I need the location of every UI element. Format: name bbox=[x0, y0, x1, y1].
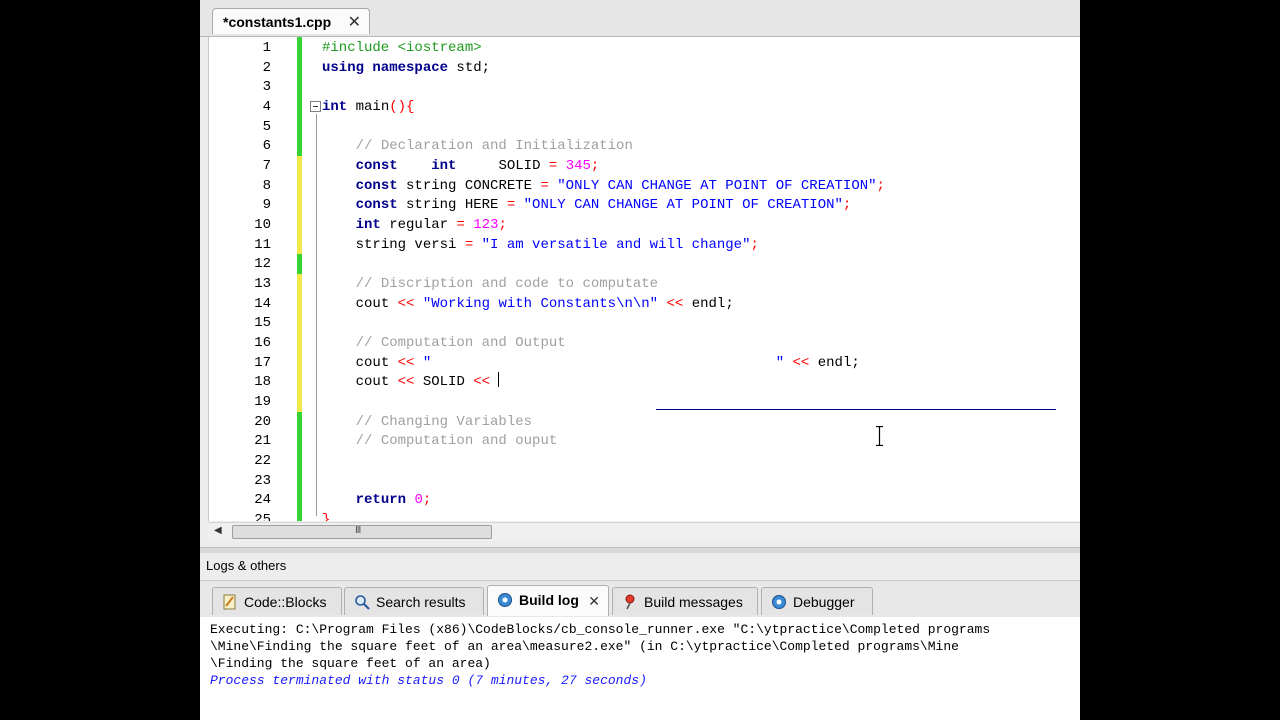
line-number: 8 bbox=[262, 178, 271, 194]
line-number: 22 bbox=[254, 453, 271, 469]
fold-collapse-icon[interactable] bbox=[310, 101, 321, 112]
log-status-line: Process terminated with status 0 (7 minu… bbox=[210, 673, 647, 688]
change-bar-saved bbox=[297, 412, 302, 521]
search-icon bbox=[355, 595, 370, 610]
line-number: 12 bbox=[254, 256, 271, 272]
line-number: 5 bbox=[262, 119, 271, 135]
code-line: const string HERE = "ONLY CAN CHANGE AT … bbox=[355, 197, 852, 213]
code-line: // Discription and code to computate bbox=[355, 276, 659, 292]
line-number-gutter: 1 2 3 4 5 6 7 8 9 10 11 12 13 14 15 16 1… bbox=[209, 37, 295, 521]
change-bar-unsaved bbox=[297, 156, 302, 254]
code-line: int main(){ bbox=[322, 99, 415, 115]
line-number: 11 bbox=[254, 237, 271, 253]
panel-title: Logs & others bbox=[206, 558, 287, 573]
code-line: // Changing Variables bbox=[355, 414, 533, 430]
fold-line bbox=[316, 114, 317, 516]
code-line: #include <iostream> bbox=[322, 40, 482, 56]
close-icon[interactable]: ✕ bbox=[348, 12, 361, 32]
string-underline bbox=[656, 409, 1056, 410]
line-number: 25 bbox=[254, 512, 271, 521]
codeblocks-window: *constants1.cpp ✕ 1 2 3 4 5 6 7 8 9 10 1… bbox=[200, 0, 1080, 720]
scroll-left-arrow-icon[interactable]: ◀ bbox=[214, 525, 222, 536]
tab-label: *constants1.cpp bbox=[223, 14, 332, 30]
line-number: 24 bbox=[254, 492, 271, 508]
change-bar-unsaved bbox=[297, 274, 302, 412]
code-line: const string CONCRETE = "ONLY CAN CHANGE… bbox=[355, 178, 885, 194]
line-number: 4 bbox=[262, 99, 271, 115]
pin-icon bbox=[625, 594, 635, 610]
code-line: // Computation and ouput bbox=[355, 433, 558, 449]
debugger-icon bbox=[772, 595, 786, 609]
code-line: // Declaration and Initialization bbox=[355, 138, 633, 154]
horizontal-scrollbar[interactable]: ◀ III bbox=[208, 522, 1080, 541]
editor-tab-bar: *constants1.cpp ✕ bbox=[200, 0, 1080, 37]
code-line: } bbox=[322, 512, 331, 521]
code-line: return 0; bbox=[355, 492, 432, 508]
tab-constants1-cpp[interactable]: *constants1.cpp ✕ bbox=[212, 8, 370, 34]
line-number: 15 bbox=[254, 315, 271, 331]
code-line: string versi = "I am versatile and will … bbox=[355, 237, 759, 253]
line-number: 9 bbox=[262, 197, 271, 213]
line-number: 18 bbox=[254, 374, 271, 390]
line-number: 3 bbox=[262, 79, 271, 95]
code-line: using namespace std; bbox=[322, 60, 491, 76]
line-number: 13 bbox=[254, 276, 271, 292]
code-line: cout << SOLID << bbox=[322, 372, 500, 392]
tab-build-log[interactable]: Build log ✕ bbox=[487, 585, 609, 616]
log-tab-bar: Code::Blocks Search results Build log ✕ … bbox=[200, 580, 1080, 618]
line-number: 1 bbox=[262, 40, 271, 56]
grip-icon: III bbox=[355, 525, 361, 536]
line-number: 19 bbox=[254, 394, 271, 410]
tab-build-messages[interactable]: Build messages bbox=[612, 587, 758, 615]
code-line: cout << "Working with Constants\n\n" << … bbox=[355, 296, 734, 312]
code-editor[interactable]: 1 2 3 4 5 6 7 8 9 10 11 12 13 14 15 16 1… bbox=[208, 37, 1080, 521]
gear-icon bbox=[498, 593, 512, 607]
code-line: int regular = 123; bbox=[355, 217, 507, 233]
build-log-output[interactable]: Executing: C:\Program Files (x86)\CodeBl… bbox=[200, 617, 1080, 720]
line-number: 10 bbox=[254, 217, 271, 233]
line-number: 21 bbox=[254, 433, 271, 449]
panel-splitter[interactable] bbox=[200, 547, 1080, 553]
change-bar-saved bbox=[297, 254, 302, 274]
codeblocks-icon bbox=[223, 594, 236, 610]
change-bar-saved bbox=[297, 37, 302, 156]
code-line: // Computation and Output bbox=[355, 335, 566, 351]
line-number: 2 bbox=[262, 60, 271, 76]
code-line: const int SOLID = 345; bbox=[355, 158, 600, 174]
tab-search-results[interactable]: Search results bbox=[344, 587, 484, 615]
ibeam-cursor-icon bbox=[876, 426, 883, 446]
line-number: 20 bbox=[254, 414, 271, 430]
scrollbar-thumb[interactable]: III bbox=[232, 525, 492, 539]
line-number: 16 bbox=[254, 335, 271, 351]
code-line: cout << " " << endl; bbox=[355, 355, 860, 371]
line-number: 23 bbox=[254, 473, 271, 489]
log-line: \Mine\Finding the square feet of an area… bbox=[210, 639, 959, 654]
log-line: \Finding the square feet of an area) bbox=[210, 656, 491, 671]
tab-debugger[interactable]: Debugger bbox=[761, 587, 873, 615]
line-number: 17 bbox=[254, 355, 271, 371]
text-caret bbox=[498, 372, 500, 387]
tab-codeblocks[interactable]: Code::Blocks bbox=[212, 587, 342, 615]
line-number: 14 bbox=[254, 296, 271, 312]
line-number: 6 bbox=[262, 138, 271, 154]
log-line: Executing: C:\Program Files (x86)\CodeBl… bbox=[210, 622, 991, 637]
close-icon[interactable]: ✕ bbox=[588, 593, 600, 610]
line-number: 7 bbox=[262, 158, 271, 174]
